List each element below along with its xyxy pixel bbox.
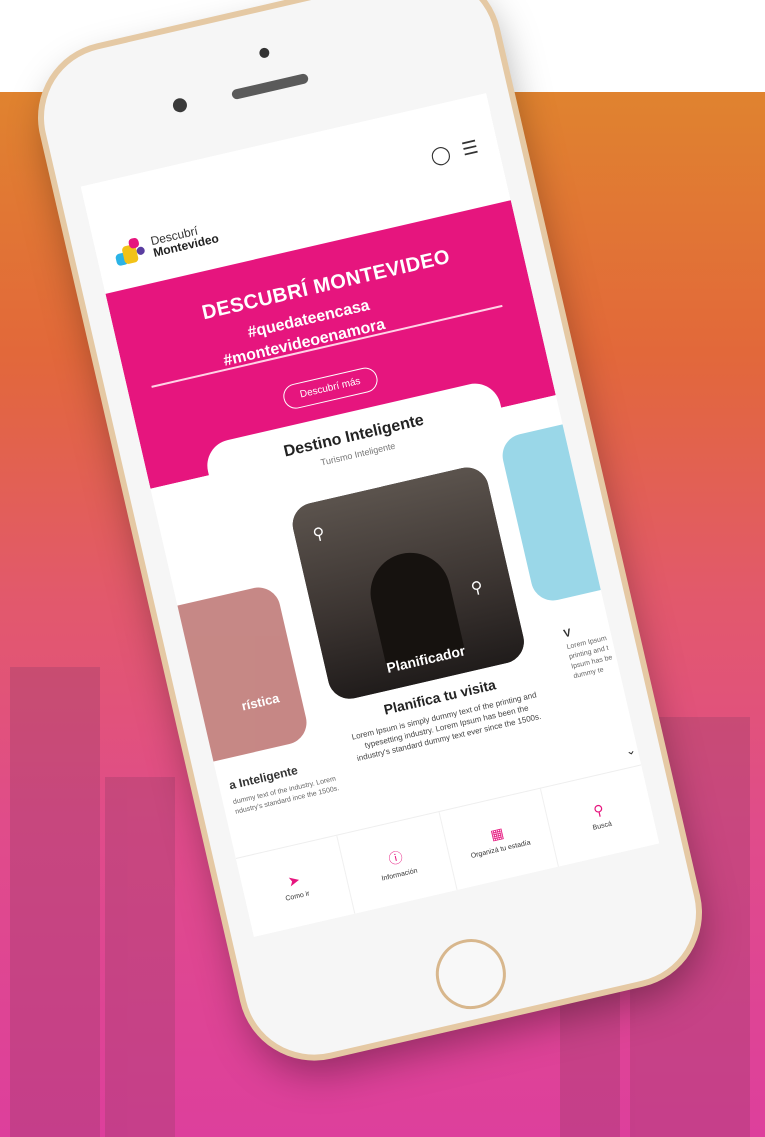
card-right-title: V xyxy=(562,626,573,641)
send-icon: ➤ xyxy=(286,871,302,890)
tab-label: Buscá xyxy=(592,820,613,832)
logo-mark-icon xyxy=(110,234,150,271)
card-left-label: rística xyxy=(240,690,281,714)
earpiece-speaker xyxy=(230,72,310,101)
tab-label: Organizá tu estadía xyxy=(470,839,532,860)
menu-icon[interactable]: ☰ xyxy=(460,137,480,161)
proximity-sensor xyxy=(258,46,271,59)
card-planificador[interactable]: ⚲ ⚲ Planificador xyxy=(288,463,529,704)
tab-organiza[interactable]: ▦ Organizá tu estadía xyxy=(439,788,559,891)
card-left-caption: a Inteligente dummy text of the industry… xyxy=(228,752,354,818)
smart-destination-section: Destino Inteligente Turismo Inteligente … xyxy=(148,378,644,816)
home-button[interactable] xyxy=(428,932,513,1017)
tab-label: Información xyxy=(380,867,419,883)
discover-more-button[interactable]: Descubrí más xyxy=(280,365,380,412)
tab-como-ir[interactable]: ➤ Como ir xyxy=(235,835,356,937)
calendar-icon: ▦ xyxy=(488,824,506,843)
front-camera xyxy=(171,96,189,114)
scroll-down-icon[interactable]: ⌄ xyxy=(624,742,637,758)
card-right-text: Lorem Ipsum printing and t Ipsum has be … xyxy=(566,635,614,681)
tab-informacion[interactable]: ⓘ Información xyxy=(337,812,458,914)
tab-busca[interactable]: ⚲ Buscá xyxy=(541,765,660,866)
search-icon: ⚲ xyxy=(591,801,606,820)
user-icon[interactable]: ◯ xyxy=(429,143,453,168)
info-icon: ⓘ xyxy=(386,848,405,867)
tab-label: Como ir xyxy=(284,890,311,903)
card-right-caption: V Lorem Ipsum printing and t Ipsum has b… xyxy=(562,616,634,682)
logo[interactable]: Descubrí Montevideo xyxy=(110,218,221,271)
